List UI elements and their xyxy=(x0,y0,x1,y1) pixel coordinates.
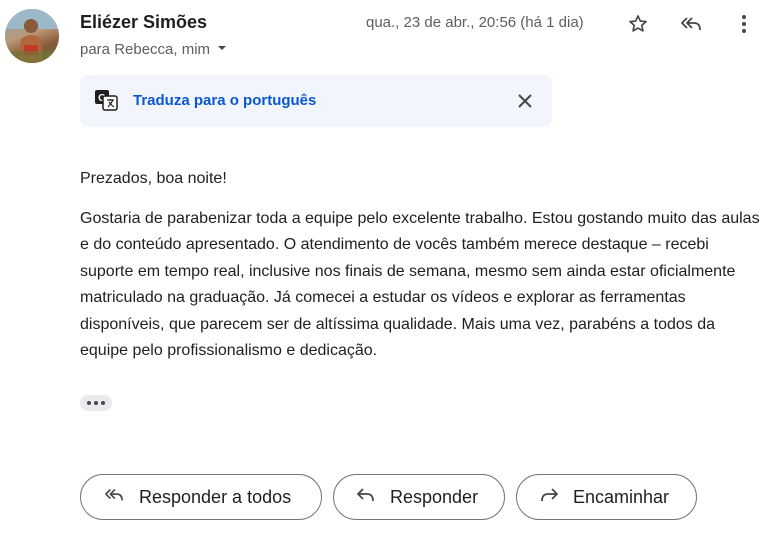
forward-button[interactable]: Encaminhar xyxy=(516,474,697,520)
translate-icon: G xyxy=(94,89,118,116)
reply-label: Responder xyxy=(390,486,479,507)
close-icon[interactable] xyxy=(514,90,536,112)
reply-icon xyxy=(356,486,376,509)
recipients[interactable]: para Rebecca, mim xyxy=(80,41,228,58)
reply-all-icon[interactable] xyxy=(677,10,705,38)
reply-all-label: Responder a todos xyxy=(139,486,292,507)
avatar[interactable] xyxy=(5,9,59,63)
reply-all-button[interactable]: Responder a todos xyxy=(80,474,322,520)
more-vert-icon[interactable] xyxy=(730,10,758,38)
forward-icon xyxy=(539,486,559,509)
message-date: qua., 23 de abr., 20:56 (há 1 dia) xyxy=(366,14,584,31)
reply-all-icon xyxy=(103,486,125,509)
chevron-down-icon[interactable] xyxy=(216,41,228,58)
dot-icon xyxy=(94,401,98,405)
recipients-label: para Rebecca, mim xyxy=(80,41,211,58)
dot-icon xyxy=(87,401,91,405)
forward-label: Encaminhar xyxy=(573,486,670,507)
show-trimmed-content-button[interactable] xyxy=(80,395,112,411)
star-icon[interactable] xyxy=(624,10,652,38)
message-body: Gostaria de parabenizar toda a equipe pe… xyxy=(80,210,760,360)
translate-link[interactable]: Traduza para o português xyxy=(133,92,316,109)
sender-name[interactable]: Eliézer Simões xyxy=(80,12,207,33)
reply-button[interactable]: Responder xyxy=(333,474,505,520)
message-greeting: Prezados, boa noite! xyxy=(80,170,227,187)
translate-bar: G Traduza para o português xyxy=(80,75,552,127)
dot-icon xyxy=(101,401,105,405)
